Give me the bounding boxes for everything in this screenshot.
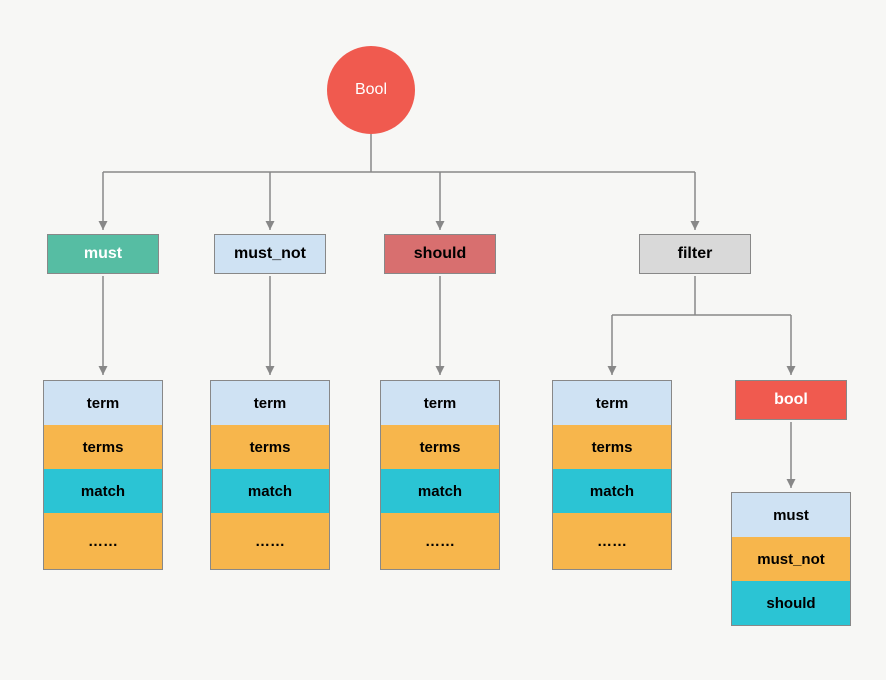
bool-stack-should: should [732,581,850,625]
stack-cell-match: match [44,469,162,513]
root-bool-node: Bool [327,46,415,134]
stack-cell-term: term [381,381,499,425]
bool-stack-must-not: must_not [732,537,850,581]
should-node: should [384,234,496,274]
must-label: must [84,245,122,263]
stack-cell-more: …… [553,513,671,569]
stack-cell-more: …… [381,513,499,569]
nested-bool-node: bool [735,380,847,420]
must-not-label: must_not [234,245,306,263]
bool-stack-must: must [732,493,850,537]
must-stack: term terms match …… [43,380,163,570]
stack-cell-terms: terms [381,425,499,469]
stack-cell-term: term [553,381,671,425]
filter-label: filter [678,245,713,263]
root-label: Bool [355,81,387,99]
stack-cell-match: match [211,469,329,513]
must-node: must [47,234,159,274]
must-not-stack: term terms match …… [210,380,330,570]
filter-node: filter [639,234,751,274]
filter-stack: term terms match …… [552,380,672,570]
stack-cell-more: …… [44,513,162,569]
must-not-node: must_not [214,234,326,274]
stack-cell-match: match [553,469,671,513]
stack-cell-term: term [44,381,162,425]
should-label: should [414,245,466,263]
stack-cell-terms: terms [211,425,329,469]
nested-bool-label: bool [774,391,808,409]
stack-cell-more: …… [211,513,329,569]
nested-bool-stack: must must_not should [731,492,851,626]
should-stack: term terms match …… [380,380,500,570]
stack-cell-match: match [381,469,499,513]
stack-cell-terms: terms [44,425,162,469]
stack-cell-term: term [211,381,329,425]
stack-cell-terms: terms [553,425,671,469]
